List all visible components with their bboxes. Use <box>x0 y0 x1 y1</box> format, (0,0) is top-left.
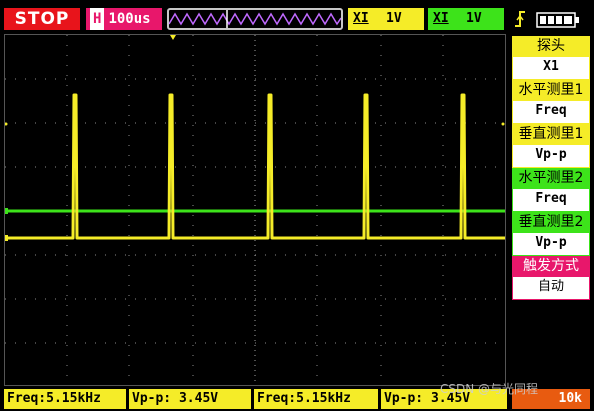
side-menu-value: Freq <box>512 100 590 124</box>
channel2-settings[interactable]: XI 1V <box>428 8 504 30</box>
waveform-grid <box>4 35 505 385</box>
side-menu-value: Freq <box>512 188 590 212</box>
trigger-edge-icon <box>515 11 525 27</box>
side-menu-trigger-mode[interactable]: 触发方式 自动 <box>512 256 590 300</box>
timebase-value: 100us <box>108 11 151 27</box>
channel1-scale: 1V <box>386 11 402 26</box>
overview-wave-icon <box>169 10 341 28</box>
waveform-display[interactable] <box>4 34 506 386</box>
timebase-prefix: H <box>90 8 105 30</box>
battery-icon <box>536 12 579 28</box>
channel2-scale: 1V <box>466 11 482 26</box>
channel2-coupling: XI <box>433 11 449 26</box>
measurement-ch1-freq: Freq:5.15kHz <box>4 389 126 409</box>
side-menu-header: 垂直测里1 <box>512 124 590 144</box>
side-menu-value: 自动 <box>512 276 590 300</box>
side-menu-value: Vp-p <box>512 232 590 256</box>
side-menu-value: X1 <box>512 56 590 80</box>
waveform-overview <box>167 8 343 30</box>
side-menu-header: 水平测里2 <box>512 168 590 188</box>
channel1-settings[interactable]: XI 1V <box>348 8 424 30</box>
side-menu-h-measure-1[interactable]: 水平测里1 Freq <box>512 80 590 124</box>
side-menu-header: 触发方式 <box>512 256 590 276</box>
channel1-coupling: XI <box>353 11 369 26</box>
timebase-indicator[interactable]: H 100us <box>86 8 162 30</box>
side-menu-v-measure-2[interactable]: 垂直测里2 Vp-p <box>512 212 590 256</box>
measurement-ch2-freq: Freq:5.15kHz <box>254 389 378 409</box>
watermark: CSDN @与光同程 <box>440 382 539 396</box>
side-menu-header: 水平测里1 <box>512 80 590 100</box>
side-menu-v-measure-1[interactable]: 垂直测里1 Vp-p <box>512 124 590 168</box>
run-stop-button[interactable]: STOP <box>4 8 80 30</box>
side-menu-header: 探头 <box>512 36 590 56</box>
measurement-ch1-vpp: Vp-p: 3.45V <box>129 389 251 409</box>
side-menu-header: 垂直测里2 <box>512 212 590 232</box>
side-menu-h-measure-2[interactable]: 水平测里2 Freq <box>512 168 590 212</box>
side-menu-value: Vp-p <box>512 144 590 168</box>
side-menu-probe[interactable]: 探头 X1 <box>512 36 590 80</box>
